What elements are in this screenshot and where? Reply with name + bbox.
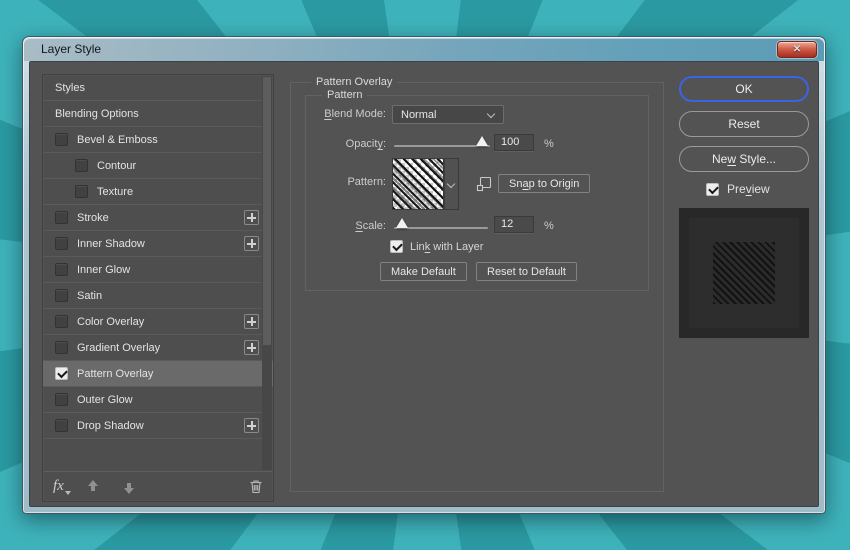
- preview-checkbox[interactable]: Preview: [706, 182, 770, 196]
- sidebar-item-label: Contour: [97, 160, 136, 172]
- close-button[interactable]: ✕: [777, 41, 817, 58]
- plus-icon[interactable]: [244, 418, 259, 433]
- opacity-input[interactable]: 100: [494, 134, 534, 151]
- window-title: Layer Style: [41, 42, 101, 56]
- sidebar-item-label: Color Overlay: [77, 316, 144, 328]
- blend-mode-value: Normal: [401, 109, 436, 121]
- pattern-group: Pattern Blend Mode: Normal Opacity: 100 …: [305, 95, 649, 291]
- opacity-unit: %: [544, 138, 554, 150]
- scrollbar-thumb[interactable]: [263, 77, 271, 345]
- sidebar-item-inner-shadow[interactable]: Inner Shadow: [43, 231, 273, 257]
- plus-icon[interactable]: [244, 236, 259, 251]
- checkbox[interactable]: [75, 159, 88, 172]
- new-style-button[interactable]: New Style...: [679, 146, 809, 172]
- pane-title: Pattern Overlay: [311, 76, 397, 88]
- sidebar-item-bevel-emboss[interactable]: Bevel & Emboss: [43, 127, 273, 153]
- action-column: OK Reset New Style... Preview: [678, 62, 810, 482]
- sidebar-item-label: Gradient Overlay: [77, 342, 160, 354]
- ok-button[interactable]: OK: [679, 76, 809, 102]
- sidebar-item-label: Outer Glow: [77, 394, 133, 406]
- fx-icon[interactable]: fx: [53, 478, 64, 495]
- close-icon: ✕: [793, 45, 801, 55]
- sidebar-item-contour[interactable]: Contour: [43, 153, 273, 179]
- sidebar-item-pattern-overlay[interactable]: Pattern Overlay: [43, 361, 273, 387]
- sidebar-item-label: Drop Shadow: [77, 420, 144, 432]
- styles-list: Styles Blending Options Bevel & Emboss C…: [43, 75, 273, 471]
- scale-input[interactable]: 12: [494, 216, 534, 233]
- checkbox[interactable]: [55, 237, 68, 250]
- chevron-down-icon: [488, 111, 495, 118]
- sidebar-item-color-overlay[interactable]: Color Overlay: [43, 309, 273, 335]
- reset-button[interactable]: Reset: [679, 111, 809, 137]
- chevron-down-icon: [448, 181, 455, 188]
- opacity-label: Opacity:: [306, 138, 386, 150]
- sidebar-item-label: Satin: [77, 290, 102, 302]
- sidebar-scrollbar[interactable]: [262, 76, 272, 470]
- checkbox[interactable]: [55, 211, 68, 224]
- preview-pattern-square: [713, 242, 775, 304]
- sidebar-footer: fx: [43, 471, 273, 501]
- pattern-picker-button[interactable]: [444, 158, 459, 210]
- sidebar-item-stroke[interactable]: Stroke: [43, 205, 273, 231]
- link-with-layer-checkbox[interactable]: Link with Layer: [390, 240, 483, 253]
- sidebar-item-styles[interactable]: Styles: [43, 75, 273, 101]
- dialog-content: Styles Blending Options Bevel & Emboss C…: [29, 61, 819, 507]
- layer-style-dialog: Layer Style ✕ Styles Blending Options B: [22, 36, 826, 514]
- preview-label: Preview: [727, 182, 770, 196]
- checkbox[interactable]: [55, 315, 68, 328]
- trash-icon[interactable]: [249, 479, 263, 494]
- arrow-down-icon[interactable]: [122, 480, 136, 494]
- arrow-up-icon[interactable]: [86, 480, 100, 494]
- sidebar-item-label: Bevel & Emboss: [77, 134, 158, 146]
- sidebar-item-texture[interactable]: Texture: [43, 179, 273, 205]
- snap-to-origin-button[interactable]: Snap to Origin: [498, 174, 590, 193]
- checkbox[interactable]: [75, 185, 88, 198]
- group-title: Pattern: [322, 89, 367, 101]
- scale-label: Scale:: [306, 220, 386, 232]
- blend-mode-label: Blend Mode:: [306, 108, 386, 120]
- preview-swatch: [679, 208, 809, 338]
- checkbox-checked[interactable]: [706, 183, 719, 196]
- sidebar-item-label: Texture: [97, 186, 133, 198]
- scale-slider[interactable]: [394, 227, 488, 229]
- sidebar-item-label: Blending Options: [55, 108, 139, 120]
- checkbox[interactable]: [55, 341, 68, 354]
- sidebar-item-satin[interactable]: Satin: [43, 283, 273, 309]
- sidebar-item-label: Inner Shadow: [77, 238, 145, 250]
- link-with-layer-label: Link with Layer: [410, 241, 483, 253]
- titlebar[interactable]: Layer Style ✕: [24, 38, 824, 61]
- sidebar-item-label: Styles: [55, 82, 85, 94]
- opacity-slider-thumb[interactable]: [476, 136, 488, 146]
- checkbox[interactable]: [55, 289, 68, 302]
- sidebar-item-label: Pattern Overlay: [77, 368, 153, 380]
- pattern-label: Pattern:: [306, 176, 386, 188]
- checkbox[interactable]: [55, 263, 68, 276]
- checkbox-checked[interactable]: [390, 240, 403, 253]
- opacity-slider[interactable]: [394, 145, 490, 147]
- checkbox[interactable]: [55, 133, 68, 146]
- sidebar-item-label: Inner Glow: [77, 264, 130, 276]
- sidebar-item-inner-glow[interactable]: Inner Glow: [43, 257, 273, 283]
- scale-unit: %: [544, 220, 554, 232]
- sidebar-item-blending-options[interactable]: Blending Options: [43, 101, 273, 127]
- blend-mode-select[interactable]: Normal: [392, 105, 504, 124]
- checkbox-checked[interactable]: [55, 367, 68, 380]
- plus-icon[interactable]: [244, 314, 259, 329]
- sidebar-item-gradient-overlay[interactable]: Gradient Overlay: [43, 335, 273, 361]
- sidebar-item-drop-shadow[interactable]: Drop Shadow: [43, 413, 273, 439]
- sidebar-item-outer-glow[interactable]: Outer Glow: [43, 387, 273, 413]
- make-default-button[interactable]: Make Default: [380, 262, 467, 281]
- reset-to-default-button[interactable]: Reset to Default: [476, 262, 577, 281]
- plus-icon[interactable]: [244, 210, 259, 225]
- sidebar-item-label: Stroke: [77, 212, 109, 224]
- plus-icon[interactable]: [244, 340, 259, 355]
- checkbox[interactable]: [55, 393, 68, 406]
- pattern-overlay-pane: Pattern Overlay Pattern Blend Mode: Norm…: [290, 82, 664, 492]
- pattern-swatch[interactable]: [392, 158, 444, 210]
- scale-slider-thumb[interactable]: [396, 218, 408, 228]
- checkbox[interactable]: [55, 419, 68, 432]
- styles-sidebar: Styles Blending Options Bevel & Emboss C…: [42, 74, 274, 502]
- new-preset-icon[interactable]: [476, 176, 492, 192]
- screen: Layer Style ✕ Styles Blending Options B: [0, 0, 850, 550]
